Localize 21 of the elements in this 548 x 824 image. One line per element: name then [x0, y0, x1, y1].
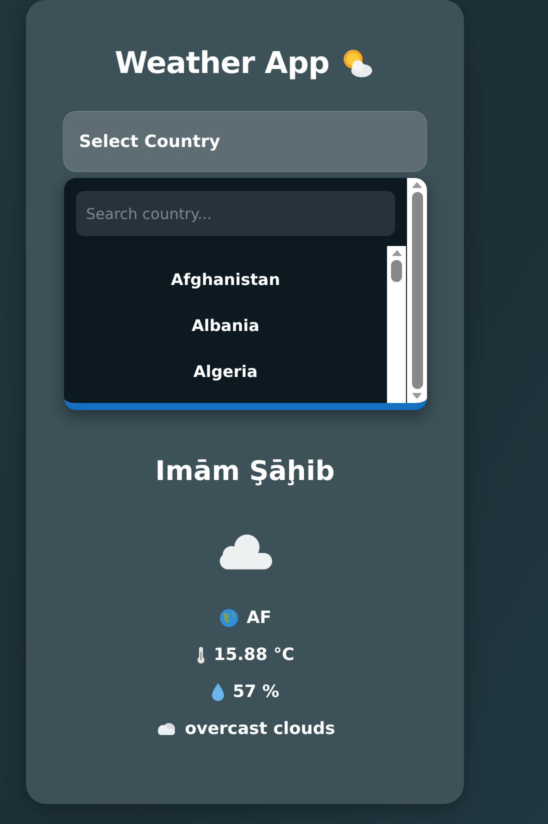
- country-option[interactable]: Afghanistan: [170, 268, 280, 291]
- droplet-icon: [210, 682, 225, 702]
- thermometer-icon: [196, 646, 206, 664]
- scrollbar[interactable]: [407, 178, 427, 403]
- scrollbar[interactable]: [387, 246, 406, 403]
- weather-detail: AF: [246, 608, 272, 628]
- scroll-thumb[interactable]: [391, 260, 402, 282]
- country-select[interactable]: Select Country: [64, 112, 426, 171]
- scroll-up-icon[interactable]: [390, 249, 402, 257]
- weather-detail: 15.88 °C: [214, 644, 294, 664]
- globe-icon: [218, 608, 239, 628]
- weather-detail: overcast clouds: [184, 718, 336, 738]
- country-option[interactable]: Albania: [192, 314, 260, 337]
- scroll-up-icon[interactable]: [411, 181, 423, 189]
- city-name: Imām Şāḩib: [155, 456, 335, 487]
- weather-detail: 57 %: [232, 682, 280, 702]
- scroll-down-icon[interactable]: [411, 392, 423, 400]
- scroll-thumb[interactable]: [412, 192, 422, 389]
- search-field[interactable]: Search country...: [76, 191, 395, 236]
- country-option[interactable]: Algeria: [193, 360, 258, 383]
- app-title: Weather App: [114, 46, 330, 80]
